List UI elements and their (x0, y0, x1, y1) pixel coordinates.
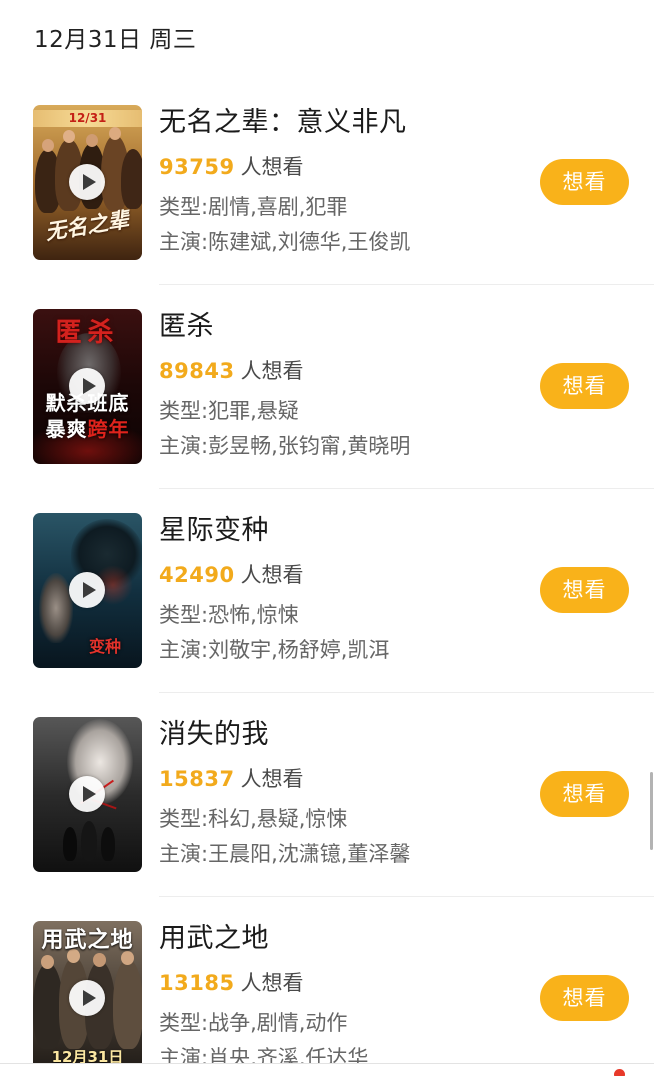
want-count: 13185 (159, 971, 235, 995)
want-label: 人想看 (240, 563, 304, 587)
want-to-watch-button[interactable]: 想看 (540, 363, 629, 409)
movie-poster[interactable]: 变种 (33, 513, 142, 668)
poster-face (109, 127, 121, 140)
movie-genre: 类型:犯罪,悬疑 (159, 399, 299, 423)
notification-dot (614, 1069, 625, 1076)
poster-figure (101, 827, 115, 861)
movie-list-item[interactable]: 12/31 无名之辈 无名之辈：意义非凡 93759 人想看 类型:剧情,喜剧,犯… (0, 105, 654, 309)
want-count-line: 93759 人想看 (159, 153, 304, 181)
want-label: 人想看 (240, 767, 304, 791)
poster-tagline-part: 暴爽 (45, 417, 88, 441)
poster-face (86, 134, 98, 147)
movie-title: 消失的我 (159, 719, 269, 750)
want-count-line: 42490 人想看 (159, 561, 304, 589)
want-to-watch-button[interactable]: 想看 (540, 975, 629, 1021)
want-to-watch-button[interactable]: 想看 (540, 567, 629, 613)
poster-face (42, 139, 54, 152)
divider (159, 896, 654, 897)
poster-face (63, 130, 75, 143)
poster-release-date: 12月31日 (51, 1048, 124, 1063)
poster-figure (81, 821, 97, 861)
movie-genre: 类型:恐怖,惊悚 (159, 603, 299, 627)
movie-cast: 主演:刘敬宇,杨舒婷,凯洱 (159, 638, 390, 662)
play-icon[interactable] (69, 776, 105, 812)
movie-cast: 主演:肖央,齐溪,任达华 (159, 1046, 369, 1063)
want-count-line: 13185 人想看 (159, 969, 304, 997)
poster-title-art: 匿杀 (55, 318, 120, 348)
bottom-tab-bar (0, 1063, 654, 1076)
poster-face (93, 953, 106, 967)
movie-cast: 主演:陈建斌,刘德华,王俊凯 (159, 230, 411, 254)
movie-title: 用武之地 (159, 923, 269, 954)
movie-poster[interactable]: 用武之地 12月31日 (33, 921, 142, 1063)
want-label: 人想看 (240, 155, 304, 179)
want-to-watch-button[interactable]: 想看 (540, 771, 629, 817)
poster-face (41, 955, 54, 969)
movie-genre: 类型:剧情,喜剧,犯罪 (159, 195, 348, 219)
poster-banner-text: 12/31 (68, 111, 107, 125)
play-icon[interactable] (69, 164, 105, 200)
want-label: 人想看 (240, 359, 304, 383)
movie-cast: 主演:彭昱畅,张钧甯,黄晓明 (159, 434, 411, 458)
movie-genre: 类型:科幻,悬疑,惊悚 (159, 807, 348, 831)
want-count-line: 15837 人想看 (159, 765, 304, 793)
want-count: 42490 (159, 563, 235, 587)
movie-list[interactable]: 12/31 无名之辈 无名之辈：意义非凡 93759 人想看 类型:剧情,喜剧,犯… (0, 105, 654, 1063)
movie-list-item[interactable]: 变种 星际变种 42490 人想看 类型:恐怖,惊悚 主演:刘敬宇,杨舒婷,凯洱 … (0, 513, 654, 717)
want-label: 人想看 (240, 971, 304, 995)
movie-cast: 主演:王晨阳,沈潇镱,董泽馨 (159, 842, 411, 866)
play-icon[interactable] (69, 980, 105, 1016)
date-header: 12月31日 周三 (34, 27, 197, 53)
poster-figure (63, 827, 77, 861)
poster-title-art: 变种 (89, 637, 122, 656)
divider (159, 284, 654, 285)
movie-genre: 类型:战争,剧情,动作 (159, 1011, 348, 1035)
movie-poster[interactable]: 匿杀 默杀班底 暴爽跨年 (33, 309, 142, 464)
want-count-line: 89843 人想看 (159, 357, 304, 385)
movie-list-item[interactable]: 消失的我 15837 人想看 类型:科幻,悬疑,惊悚 主演:王晨阳,沈潇镱,董泽馨… (0, 717, 654, 921)
poster-tagline-part: 跨年 (87, 417, 130, 441)
poster-figure (39, 573, 73, 643)
movie-title: 星际变种 (159, 515, 269, 546)
poster-banner: 12/31 (33, 110, 142, 127)
want-to-watch-button[interactable]: 想看 (540, 159, 629, 205)
divider (159, 692, 654, 693)
movie-list-item[interactable]: 用武之地 12月31日 用武之地 13185 人想看 类型:战争,剧情,动作 主演… (0, 921, 654, 1063)
poster-tagline: 暴爽跨年 (33, 417, 142, 441)
movie-title: 匿杀 (159, 311, 214, 342)
want-count: 15837 (159, 767, 235, 791)
want-count: 93759 (159, 155, 235, 179)
want-count: 89843 (159, 359, 235, 383)
poster-figure (121, 149, 142, 209)
movie-poster[interactable]: 12/31 无名之辈 (33, 105, 142, 260)
scrollbar[interactable] (650, 772, 653, 850)
poster-title-art: 用武之地 (41, 928, 134, 953)
movie-title: 无名之辈：意义非凡 (159, 107, 407, 138)
divider (159, 488, 654, 489)
play-icon[interactable] (69, 368, 105, 404)
play-icon[interactable] (69, 572, 105, 608)
poster-figure (113, 959, 142, 1049)
movie-poster[interactable] (33, 717, 142, 872)
movie-list-item[interactable]: 匿杀 默杀班底 暴爽跨年 匿杀 89843人想看 类型:犯罪,悬疑 主演:彭昱畅… (0, 309, 654, 513)
